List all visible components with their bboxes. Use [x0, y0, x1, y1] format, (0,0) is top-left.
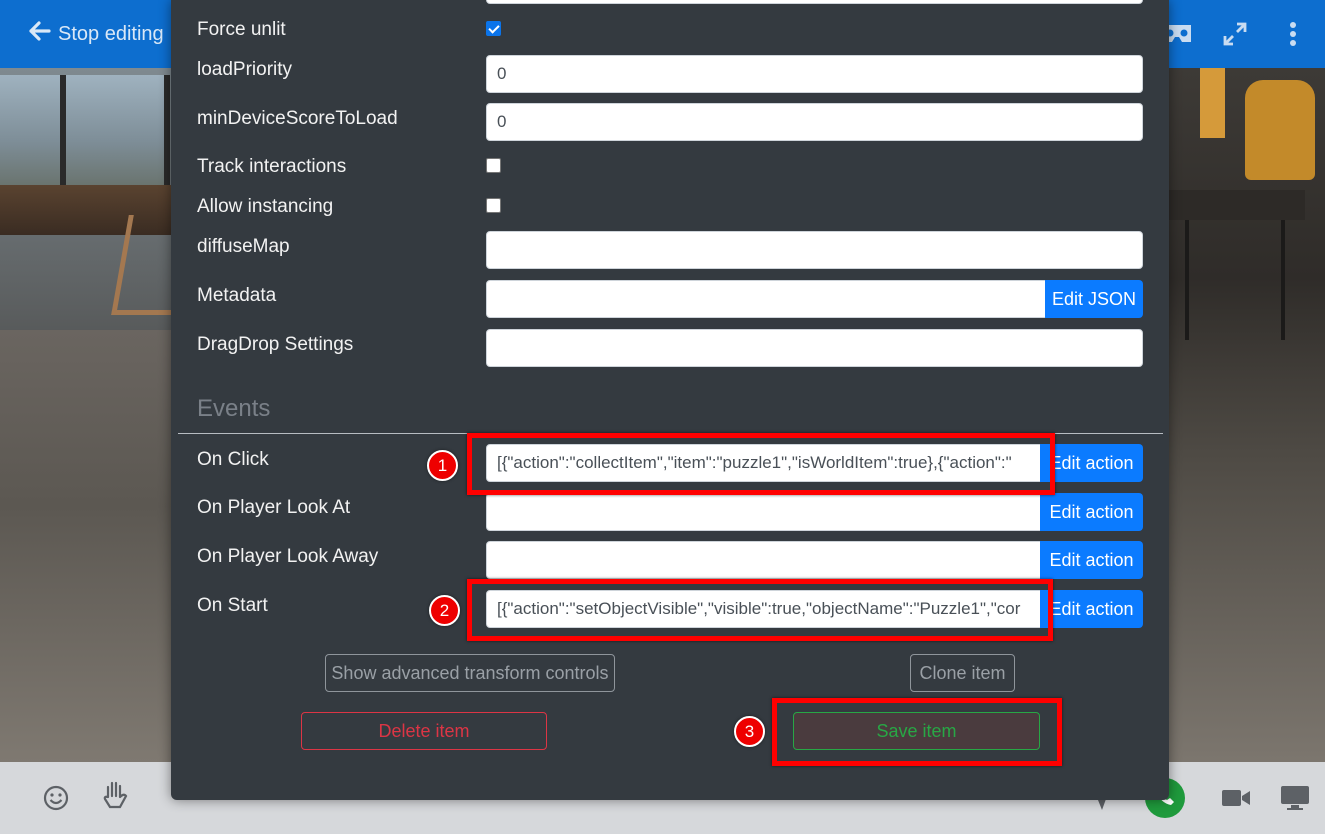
- diffuse-map-label: diffuseMap: [197, 236, 290, 257]
- highlight-box-save: [772, 698, 1062, 766]
- dragdrop-settings-label: DragDrop Settings: [197, 334, 354, 355]
- on-start-label: On Start: [197, 595, 268, 616]
- raise-hand-icon[interactable]: [100, 780, 130, 810]
- on-click-label: On Click: [197, 449, 269, 470]
- arrow-left-icon: [28, 19, 52, 50]
- load-priority-input[interactable]: 0: [486, 55, 1143, 93]
- on-click-edit-action-button[interactable]: Edit action: [1040, 444, 1143, 482]
- emoji-icon[interactable]: [41, 783, 71, 813]
- annotation-badge-2: 2: [429, 595, 460, 626]
- previous-field-input[interactable]: [486, 0, 1143, 4]
- min-device-score-label: minDeviceScoreToLoad: [197, 108, 398, 129]
- force-unlit-label: Force unlit: [197, 19, 286, 40]
- scene-window: [0, 75, 170, 185]
- scene-window-frame: [60, 75, 66, 185]
- annotation-badge-3: 3: [734, 716, 765, 747]
- events-section-title: Events: [197, 395, 271, 422]
- stop-editing-label: Stop editing: [58, 22, 164, 45]
- min-device-score-input[interactable]: 0: [486, 103, 1143, 141]
- scene-table-legs: [1185, 220, 1285, 340]
- on-look-away-input[interactable]: [486, 541, 1041, 579]
- dragdrop-settings-input[interactable]: [486, 329, 1143, 367]
- scene-lamp: [1200, 68, 1225, 138]
- on-look-away-label: On Player Look Away: [197, 546, 379, 567]
- scene-floor: [0, 330, 200, 770]
- load-priority-label: loadPriority: [197, 59, 293, 80]
- stop-editing-button[interactable]: Stop editing: [28, 18, 164, 50]
- on-look-away-edit-action-button[interactable]: Edit action: [1040, 541, 1143, 579]
- on-look-at-edit-action-button[interactable]: Edit action: [1040, 493, 1143, 531]
- video-camera-icon[interactable]: [1221, 783, 1251, 813]
- top-bar-actions: [1161, 18, 1309, 50]
- screen-share-icon[interactable]: [1280, 783, 1310, 813]
- track-interactions-label: Track interactions: [197, 156, 347, 177]
- highlight-box-on-start: [467, 579, 1053, 641]
- on-start-edit-action-button[interactable]: Edit action: [1040, 590, 1143, 628]
- on-look-at-label: On Player Look At: [197, 497, 351, 518]
- force-unlit-checkbox[interactable]: [486, 21, 501, 36]
- edit-json-button[interactable]: Edit JSON: [1045, 280, 1143, 318]
- show-advanced-transform-button[interactable]: Show advanced transform controls: [325, 654, 615, 692]
- clone-item-button[interactable]: Clone item: [910, 654, 1015, 692]
- scene-table: [1165, 190, 1305, 220]
- annotation-badge-1: 1: [427, 450, 458, 481]
- metadata-input[interactable]: [486, 280, 1046, 318]
- allow-instancing-checkbox[interactable]: [486, 198, 501, 213]
- delete-item-button[interactable]: Delete item: [301, 712, 547, 750]
- scene-seat: [1245, 80, 1315, 180]
- highlight-box-on-click: [467, 433, 1055, 495]
- diffuse-map-input[interactable]: [486, 231, 1143, 269]
- fullscreen-icon[interactable]: [1219, 18, 1251, 50]
- metadata-label: Metadata: [197, 285, 277, 306]
- more-vertical-icon[interactable]: [1277, 18, 1309, 50]
- track-interactions-checkbox[interactable]: [486, 158, 501, 173]
- allow-instancing-label: Allow instancing: [197, 196, 334, 217]
- on-look-at-input[interactable]: [486, 493, 1041, 531]
